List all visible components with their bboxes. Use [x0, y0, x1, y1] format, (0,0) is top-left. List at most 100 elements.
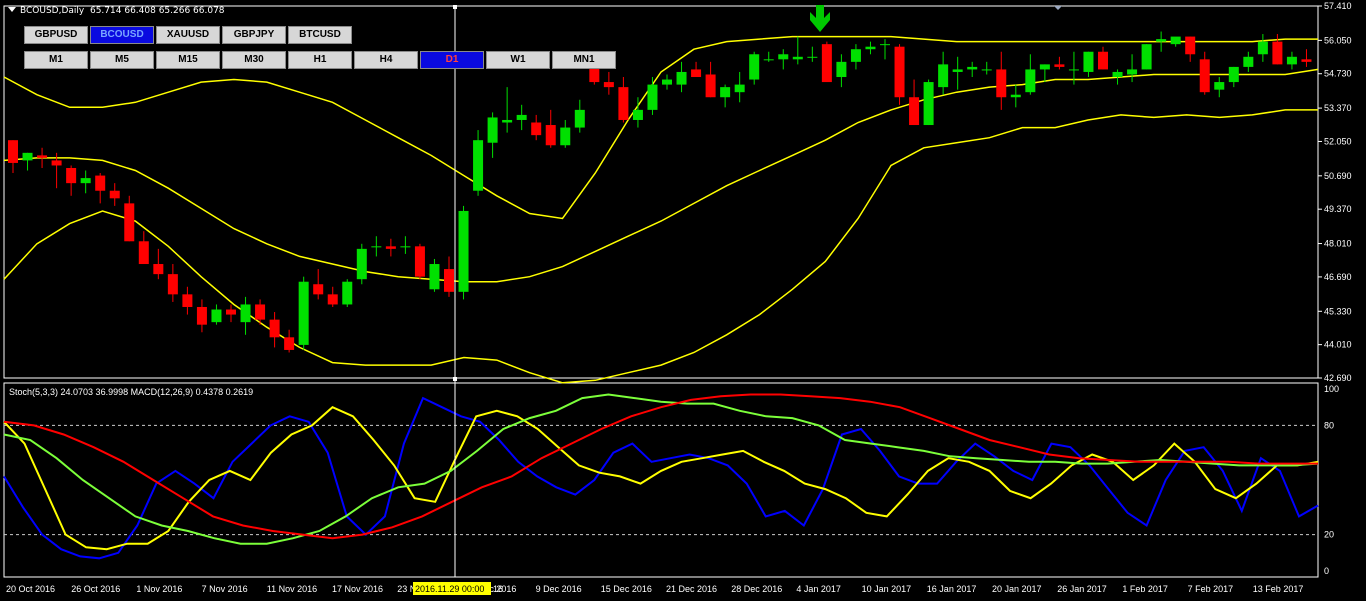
symbol-button-bcousd[interactable]: BCOUSD: [90, 26, 154, 44]
candle-body: [1112, 71, 1123, 78]
symbol-button-btcusd[interactable]: BTCUSD: [288, 26, 352, 44]
timeframe-button-mn1[interactable]: MN1: [552, 51, 616, 69]
candle-body: [1286, 56, 1297, 65]
candle-body: [1025, 69, 1036, 93]
candle: [313, 269, 324, 300]
candle: [226, 304, 236, 323]
timeframe-button-h1[interactable]: H1: [288, 51, 352, 69]
timeframe-button-m15[interactable]: M15: [156, 51, 220, 69]
x-tick-label-partial: 16: [493, 584, 503, 594]
candle: [647, 77, 658, 115]
y-tick-label: 53.370: [1324, 103, 1352, 113]
symbol-button-gbpusd[interactable]: GBPUSD: [24, 26, 88, 44]
candle: [894, 44, 905, 105]
indicator-label: Stoch(5,3,3) 24.0703 36.9998 MACD(12,26,…: [9, 387, 253, 397]
trading-chart[interactable]: Stoch(5,3,3) 24.0703 36.9998 MACD(12,26,…: [0, 0, 1366, 601]
candle-body: [865, 46, 876, 50]
candle-body: [1214, 82, 1225, 90]
ohlc-readout: 65.714 66.408 65.266 66.078: [89, 6, 225, 16]
x-tick-label: 28 Dec 2016: [731, 584, 782, 594]
candle-body: [560, 127, 571, 146]
candle-body: [850, 49, 861, 62]
y-tick-label: 46.690: [1324, 272, 1352, 282]
crosshair-handle-top: [453, 5, 457, 9]
candle-body: [255, 304, 266, 320]
candle: [909, 79, 920, 126]
chart-header: BCOUSD,Daily 65.714 66.408 65.266 66.078: [8, 6, 225, 16]
candle-body: [1039, 64, 1050, 70]
candle-body: [981, 69, 992, 71]
candle-body: [1228, 66, 1239, 83]
candle-body: [1170, 36, 1181, 45]
y-tick-label: 45.330: [1324, 306, 1352, 316]
candle: [938, 51, 949, 95]
candle-body: [124, 203, 135, 242]
candle-body: [603, 82, 614, 88]
candle-body: [1083, 51, 1094, 72]
candle-body: [662, 79, 672, 85]
indicator-panel-border: [3, 382, 1319, 578]
candle-body: [444, 269, 454, 292]
candle: [458, 205, 469, 300]
candle-body: [226, 309, 236, 315]
candle: [429, 258, 440, 292]
candle-body: [836, 61, 847, 78]
timeframe-button-h4[interactable]: H4: [354, 51, 418, 69]
x-tick-label: 10 Jan 2017: [862, 584, 912, 594]
candle-body: [691, 69, 702, 78]
y-tick-label: 57.410: [1324, 1, 1352, 11]
x-tick-label: 9 Dec 2016: [536, 584, 582, 594]
candle: [676, 61, 687, 93]
candle-body: [1098, 51, 1108, 70]
candle: [385, 238, 396, 257]
y-tick-label: 52.050: [1324, 136, 1352, 146]
timeframe-button-m5[interactable]: M5: [90, 51, 154, 69]
candle: [473, 130, 484, 196]
candle: [284, 329, 295, 353]
candle: [516, 104, 527, 131]
x-tick-label: 11 Nov 2016: [267, 584, 317, 594]
timeframe-button-m30[interactable]: M30: [222, 51, 286, 69]
candle: [923, 79, 934, 126]
y-tick-label: 50.690: [1324, 171, 1352, 181]
chart-menu-icon[interactable]: [8, 7, 16, 12]
candle-body: [778, 54, 789, 60]
timeframe-button-d1[interactable]: D1: [420, 51, 484, 69]
symbol-button-xauusd[interactable]: XAUUSD: [156, 26, 220, 44]
candle: [400, 236, 411, 254]
candle-body: [952, 69, 963, 72]
x-tick-label: 7 Feb 2017: [1188, 584, 1234, 594]
candle: [720, 84, 731, 108]
candle: [749, 51, 760, 85]
candle-body: [371, 246, 382, 248]
candle: [662, 74, 672, 90]
candle-body: [1127, 69, 1138, 75]
candle-body: [22, 152, 33, 161]
x-tick-label: 21 Dec 2016: [666, 584, 717, 594]
candle-body: [327, 294, 338, 305]
candle: [880, 39, 890, 60]
candle: [211, 304, 222, 325]
symbol-button-gbpjpy[interactable]: GBPJPY: [222, 26, 286, 44]
candle-body: [938, 64, 949, 88]
candle-body: [385, 246, 396, 249]
candle: [22, 152, 33, 171]
x-tick-label: 17 Nov 2016: [332, 584, 383, 594]
crosshair-handle-mid: [453, 377, 457, 381]
candle-body: [298, 281, 309, 345]
candle-body: [880, 44, 890, 46]
candle: [1127, 54, 1138, 83]
candle: [95, 173, 106, 204]
candle: [1257, 34, 1268, 62]
candle-body: [1010, 94, 1021, 98]
timeframe-button-w1[interactable]: W1: [486, 51, 550, 69]
candle: [37, 147, 48, 168]
candle: [487, 112, 498, 158]
candle-body: [749, 54, 760, 80]
candle: [414, 243, 425, 280]
candle: [66, 165, 77, 196]
indicator-y-tick-label: 0: [1324, 566, 1329, 576]
timeframe-button-m1[interactable]: M1: [24, 51, 88, 69]
candle-body: [196, 306, 207, 325]
candle-body: [1054, 64, 1065, 67]
